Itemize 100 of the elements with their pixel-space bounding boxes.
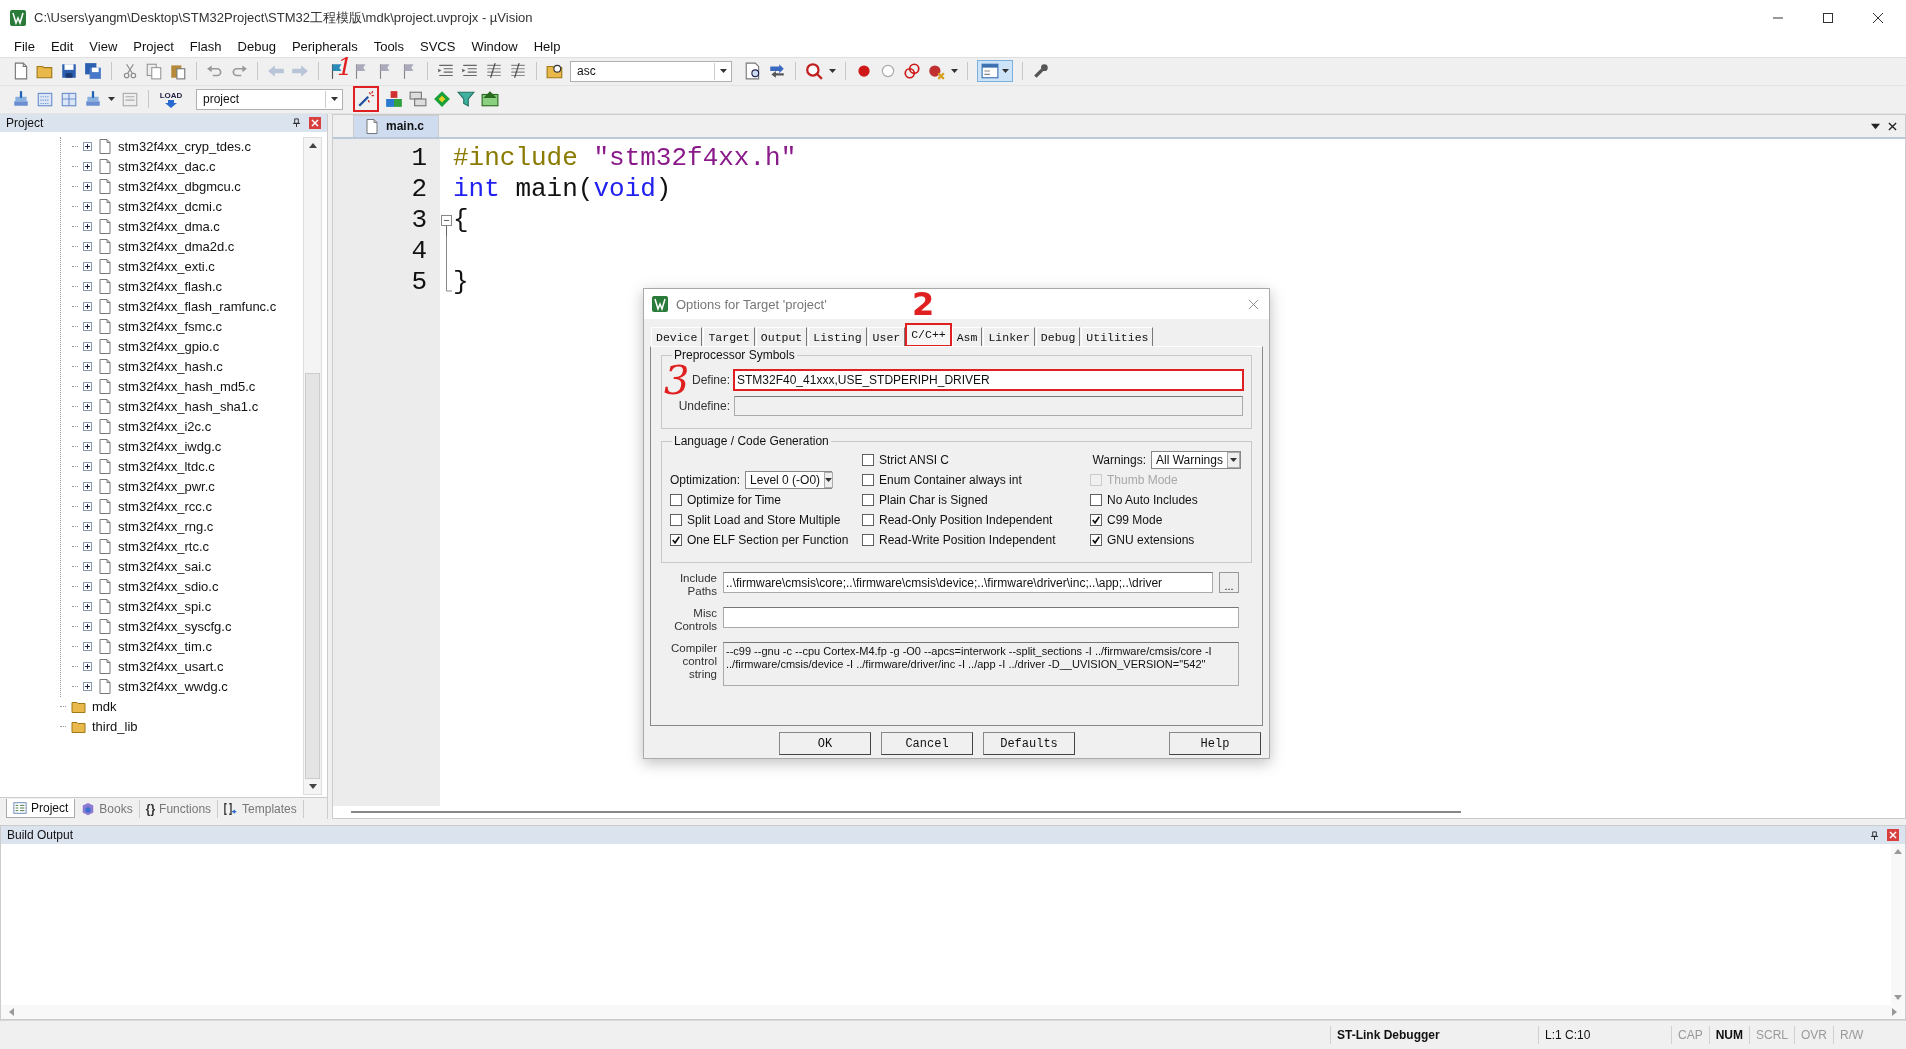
search-icon[interactable] (805, 62, 823, 81)
checkbox[interactable] (862, 494, 874, 506)
bug-icon[interactable] (927, 62, 945, 81)
expander-icon[interactable] (83, 422, 92, 432)
expander-icon[interactable] (83, 622, 92, 632)
build-icon[interactable] (12, 90, 30, 109)
dialog-tab[interactable]: Debug (1035, 327, 1081, 346)
tree-item[interactable]: stm32f4xx_sai.c (118, 559, 212, 575)
menu-item[interactable]: Debug (231, 36, 282, 56)
checkbox[interactable] (862, 454, 874, 466)
menu-item[interactable]: Peripherals (285, 36, 364, 56)
tree-item[interactable]: stm32f4xx_rng.c (118, 519, 214, 535)
panel-tab[interactable]: Templates (218, 799, 304, 818)
find-in-files-icon[interactable] (546, 62, 564, 81)
grid-icon[interactable] (481, 90, 499, 109)
dialog-tab[interactable]: C/C++ (906, 324, 951, 346)
caret-icon[interactable] (1229, 458, 1237, 462)
caret-icon[interactable] (330, 97, 338, 102)
batch-build-icon[interactable] (84, 90, 102, 109)
expander-icon[interactable] (83, 362, 92, 372)
dialog-tab[interactable]: Asm (951, 327, 983, 346)
expander-icon[interactable] (83, 342, 92, 352)
caret-icon[interactable] (825, 478, 833, 482)
tree-item[interactable]: stm32f4xx_hash_md5.c (118, 379, 256, 395)
close-icon[interactable] (1872, 12, 1884, 24)
tree-item[interactable]: stm32f4xx_dac.c (118, 159, 216, 175)
menu-item[interactable]: Project (127, 36, 180, 56)
menu-item[interactable]: Flash (183, 36, 228, 56)
caret-icon[interactable] (951, 69, 958, 74)
funnel-icon[interactable] (457, 90, 475, 109)
expander-icon[interactable] (83, 442, 92, 452)
menu-item[interactable]: SVCS (414, 36, 462, 56)
tree-item[interactable]: stm32f4xx_usart.c (118, 659, 224, 675)
tree-item[interactable]: stm32f4xx_rcc.c (118, 499, 212, 515)
menu-item[interactable]: Edit (44, 36, 80, 56)
dialog-button[interactable]: Defaults (983, 732, 1075, 755)
expander-icon[interactable] (83, 662, 92, 672)
expander-icon[interactable] (83, 602, 92, 612)
options-button[interactable] (353, 86, 379, 113)
new-file-icon[interactable] (12, 62, 30, 81)
dropdown[interactable]: All Warnings (1151, 451, 1241, 469)
tree-item[interactable]: stm32f4xx_flash_ramfunc.c (118, 299, 277, 315)
tree-item[interactable]: stm32f4xx_exti.c (118, 259, 215, 275)
dialog-tab[interactable]: Target (703, 327, 755, 346)
expander-icon[interactable] (83, 182, 92, 192)
target-select[interactable]: project (196, 88, 343, 110)
scrollbar[interactable] (303, 136, 322, 796)
tree-item[interactable]: stm32f4xx_sdio.c (118, 579, 219, 595)
tree-item[interactable]: stm32f4xx_dbgmcu.c (118, 179, 241, 195)
copy-icon[interactable] (145, 62, 163, 81)
paste-icon[interactable] (169, 62, 187, 81)
save-all-icon[interactable] (84, 62, 102, 81)
expander-icon[interactable] (83, 162, 92, 172)
scrollbar[interactable] (351, 811, 1461, 814)
checkbox[interactable] (1090, 514, 1102, 526)
define-field[interactable]: STM32F40_41xxx,USE_STDPERIPH_DRIVER (734, 370, 1243, 390)
expander-icon[interactable] (83, 282, 92, 292)
build-icon[interactable] (60, 90, 78, 109)
tree-item[interactable]: stm32f4xx_dcmi.c (118, 199, 223, 215)
dialog-tab[interactable]: Device (651, 327, 703, 346)
panel-tab[interactable]: Books (75, 799, 140, 818)
tree-item[interactable]: stm32f4xx_spi.c (118, 599, 212, 615)
checkbox[interactable] (862, 514, 874, 526)
window-layout-button[interactable] (977, 60, 1013, 83)
dialog-tab[interactable]: Listing (808, 327, 867, 346)
tree-item[interactable]: mdk (92, 699, 117, 715)
expander-icon[interactable] (83, 402, 92, 412)
tree-item[interactable]: stm32f4xx_pwr.c (118, 479, 215, 495)
expander-icon[interactable] (83, 382, 92, 392)
dialog-button[interactable]: OK (779, 732, 871, 755)
panel-tab[interactable]: {} Functions (139, 799, 219, 818)
close-icon[interactable] (1888, 121, 1897, 131)
diamond-icon[interactable] (433, 90, 451, 109)
caret-icon[interactable] (108, 97, 115, 102)
tree-item[interactable]: stm32f4xx_iwdg.c (118, 439, 222, 455)
pin-icon[interactable] (292, 118, 301, 128)
uncomment-icon[interactable] (509, 62, 527, 81)
dropdown-icon[interactable] (1871, 121, 1880, 131)
checkbox[interactable] (670, 514, 682, 526)
tree-item[interactable]: stm32f4xx_fsmc.c (118, 319, 223, 335)
menu-item[interactable]: View (83, 36, 124, 56)
dialog-tab[interactable]: Linker (983, 327, 1035, 346)
expander-icon[interactable] (83, 642, 92, 652)
dropdown[interactable]: Level 0 (-O0) (745, 471, 833, 489)
checkbox[interactable] (862, 474, 874, 486)
caret-icon[interactable] (1002, 69, 1009, 74)
tree-item[interactable]: stm32f4xx_syscfg.c (118, 619, 232, 635)
tree-item[interactable]: stm32f4xx_tim.c (118, 639, 212, 655)
expander-icon[interactable] (83, 462, 92, 472)
expander-icon[interactable] (83, 142, 92, 152)
cut-icon[interactable] (121, 62, 139, 81)
tree-item[interactable]: stm32f4xx_dma2d.c (118, 239, 235, 255)
expander-icon[interactable] (83, 202, 92, 212)
expander-icon[interactable] (83, 502, 92, 512)
tree-item[interactable]: stm32f4xx_ltdc.c (118, 459, 215, 475)
layers-icon[interactable] (409, 90, 427, 109)
checkbox[interactable] (670, 534, 682, 546)
find-field[interactable]: asc (570, 60, 732, 82)
checkbox[interactable] (670, 494, 682, 506)
caret-icon[interactable] (719, 69, 727, 74)
